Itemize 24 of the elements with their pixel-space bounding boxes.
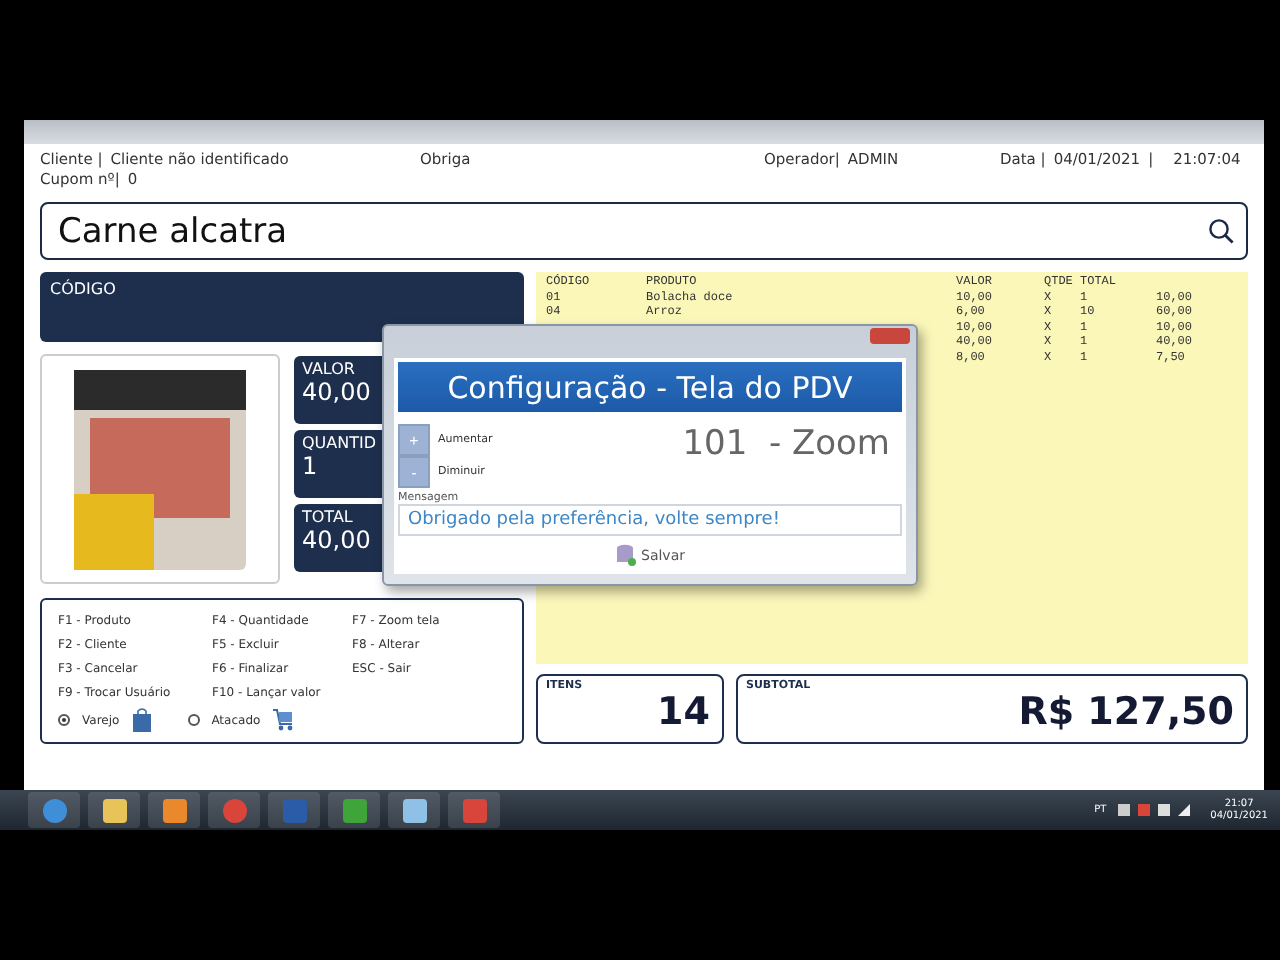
search-icon[interactable] — [1208, 218, 1234, 244]
value-text: 40,00 — [302, 378, 371, 406]
value-label: VALOR — [302, 360, 355, 378]
shopping-cart-icon — [272, 708, 297, 732]
radio-button[interactable] — [187, 714, 200, 726]
taskbar-button[interactable] — [388, 792, 440, 828]
subtotal-value: R$ 127,50 — [1018, 692, 1234, 732]
taskbar-button[interactable] — [28, 792, 80, 828]
radio-button[interactable] — [58, 714, 70, 726]
database-icon — [615, 544, 635, 566]
zoom-level-text: 101 - Zoom — [682, 424, 890, 468]
taskbar-button[interactable] — [88, 792, 140, 828]
code-panel: CÓDIGO — [40, 272, 524, 342]
product-search-field[interactable]: Carne alcatra — [40, 202, 1248, 260]
message-field[interactable]: Obrigado pela preferência, volte sempre! — [398, 504, 902, 536]
taskbar-button[interactable] — [148, 792, 200, 828]
items-count: 14 — [657, 692, 710, 732]
value-text: 40,00 — [302, 526, 371, 554]
dialog-title: Configuração - Tela do PDV — [398, 362, 902, 412]
shopping-bag-icon — [131, 708, 152, 732]
value-text: 1 — [302, 452, 318, 480]
value-label: TOTAL — [302, 508, 353, 526]
taskbar-button[interactable] — [328, 792, 380, 828]
value-label: QUANTID — [302, 434, 377, 452]
